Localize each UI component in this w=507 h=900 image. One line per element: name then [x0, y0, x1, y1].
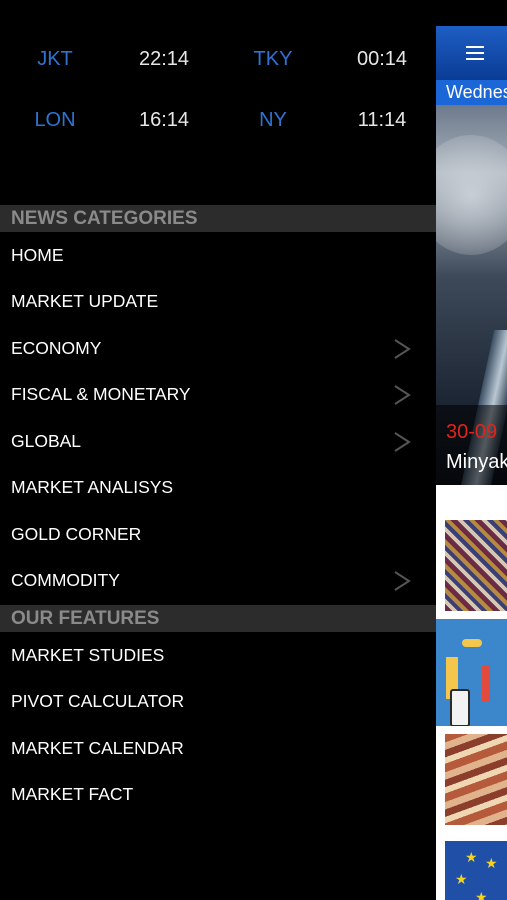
menu-item-economy[interactable]: ECONOMY	[0, 325, 436, 371]
clock-row-2: LON 16:14 NY 11:14	[0, 100, 436, 140]
eu-flag-thumbnail: ★ ★ ★ ★	[445, 841, 507, 900]
menu-item-global[interactable]: GLOBAL	[0, 418, 436, 464]
clock-city: NY	[259, 109, 287, 131]
main-content: Wednes 30-09 Minyak ★ ★ ★ ★	[436, 0, 507, 900]
clock-time: 11:14	[357, 109, 407, 131]
menu-item-gold-corner[interactable]: GOLD CORNER	[0, 511, 436, 557]
our-features-header: OUR FEATURES	[0, 605, 436, 632]
clock-time: 16:14	[138, 109, 190, 131]
chevron-right-icon	[394, 339, 411, 359]
news-list-item[interactable]: ★ ★ ★ ★	[436, 833, 507, 900]
date-bar: Wednes	[436, 80, 507, 105]
clock-city: TKY	[253, 48, 293, 70]
news-list-item[interactable]	[436, 726, 507, 833]
menu-item-label: MARKET STUDIES	[11, 645, 165, 665]
chevron-right-icon	[394, 385, 411, 405]
hero-article[interactable]: 30-09 Minyak	[436, 105, 507, 485]
hero-title: Minyak	[446, 451, 507, 473]
menu-item-label: MARKET CALENDAR	[11, 738, 184, 758]
menu-item-label: MARKET ANALISYS	[11, 477, 174, 497]
side-drawer: JKT 22:14 TKY 00:14 LON 16:14 NY 11:14 N…	[0, 0, 436, 900]
news-list-item[interactable]	[436, 512, 507, 619]
banknotes-thumbnail	[445, 734, 507, 825]
menu-item-label: ECONOMY	[11, 338, 102, 358]
hero-image	[436, 135, 507, 255]
menu-item-fiscal-monetary[interactable]: FISCAL & MONETARY	[0, 371, 436, 417]
chevron-right-icon	[394, 432, 411, 452]
menu-item-label: COMMODITY	[11, 570, 120, 590]
menu-item-market-fact[interactable]: MARKET FACT	[0, 771, 436, 817]
menu-item-label: FISCAL & MONETARY	[11, 384, 191, 404]
news-list-item[interactable]	[436, 619, 507, 726]
divider	[436, 485, 507, 512]
menu-item-commodity[interactable]: COMMODITY	[0, 557, 436, 603]
menu-item-label: MARKET UPDATE	[11, 291, 159, 311]
hero-date: 30-09	[446, 421, 498, 443]
status-bar	[436, 0, 507, 26]
menu-item-pivot-calculator[interactable]: PIVOT CALCULATOR	[0, 678, 436, 724]
menu-item-label: GLOBAL	[11, 431, 82, 451]
clock-row-1: JKT 22:14 TKY 00:14	[0, 39, 436, 79]
nav-bar	[436, 26, 507, 80]
menu-item-market-update[interactable]: MARKET UPDATE	[0, 278, 436, 324]
stationery-thumbnail	[436, 627, 507, 726]
clock-time: 00:14	[356, 48, 408, 70]
clock-city: LON	[34, 109, 76, 131]
menu-item-home[interactable]: HOME	[0, 232, 436, 278]
menu-item-market-analisys[interactable]: MARKET ANALISYS	[0, 464, 436, 510]
hamburger-icon[interactable]	[466, 46, 484, 60]
news-categories-header: NEWS CATEGORIES	[0, 205, 436, 232]
menu-item-label: MARKET FACT	[11, 784, 134, 804]
chevron-right-icon	[394, 571, 411, 591]
menu-item-label: HOME	[11, 245, 64, 265]
menu-item-label: GOLD CORNER	[11, 524, 142, 544]
menu-item-market-calendar[interactable]: MARKET CALENDAR	[0, 725, 436, 771]
menu-item-label: PIVOT CALCULATOR	[11, 691, 185, 711]
clock-time: 22:14	[138, 48, 190, 70]
menu-item-market-studies[interactable]: MARKET STUDIES	[0, 632, 436, 678]
clock-city: JKT	[37, 48, 73, 70]
trading-floor-thumbnail	[445, 520, 507, 611]
